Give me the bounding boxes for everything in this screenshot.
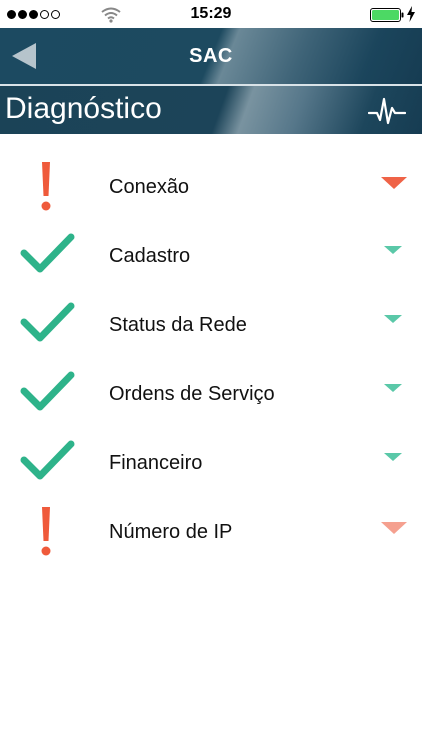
- chevron-down-icon[interactable]: [381, 452, 407, 466]
- charging-bolt-icon: [407, 6, 415, 22]
- list-item-label: Status da Rede: [109, 314, 247, 336]
- checkmark-icon: [20, 233, 75, 273]
- status-time: 15:29: [190, 5, 232, 22]
- exclamation-icon: [41, 507, 51, 556]
- chevron-down-icon[interactable]: [381, 314, 407, 328]
- checkmark-icon: [20, 302, 75, 342]
- list-item[interactable]: Ordens de Serviço: [0, 357, 422, 426]
- list-item[interactable]: Status da Rede: [0, 288, 422, 357]
- list-item[interactable]: Cadastro: [0, 219, 422, 288]
- exclamation-icon: [41, 162, 51, 211]
- checkmark-icon: [20, 440, 75, 480]
- status-bar: 15:29: [0, 0, 422, 28]
- list-item-label: Número de IP: [109, 521, 233, 543]
- chevron-down-icon[interactable]: [381, 176, 407, 190]
- list-item[interactable]: Conexão: [0, 150, 422, 219]
- list-item-label: Cadastro: [109, 245, 191, 267]
- chevron-down-icon[interactable]: [381, 383, 407, 397]
- pulse-icon[interactable]: [368, 96, 406, 126]
- chevron-down-icon[interactable]: [381, 245, 407, 259]
- battery-icon: [370, 8, 404, 22]
- section-title: Diagnóstico: [5, 92, 162, 125]
- checkmark-icon: [20, 371, 75, 411]
- list-item-label: Conexão: [109, 176, 190, 198]
- list-item-label: Ordens de Serviço: [109, 383, 275, 405]
- list-item[interactable]: Financeiro: [0, 426, 422, 495]
- nav-title: SAC: [189, 45, 233, 67]
- list-item-label: Financeiro: [109, 452, 203, 474]
- chevron-down-icon[interactable]: [381, 521, 407, 535]
- list-item[interactable]: Número de IP: [0, 495, 422, 564]
